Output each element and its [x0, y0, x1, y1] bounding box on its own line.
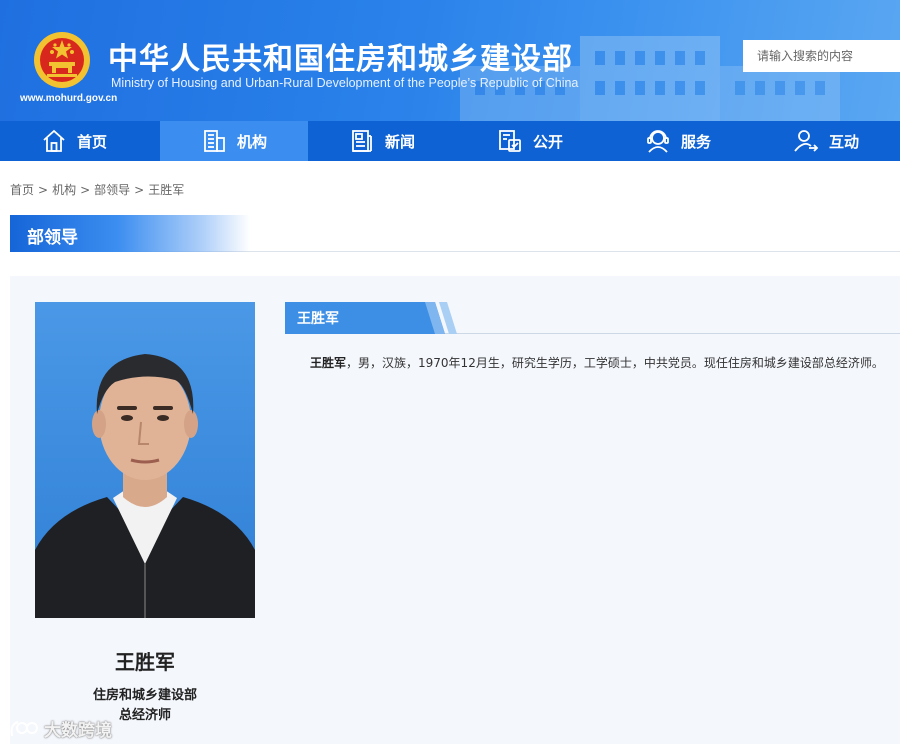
breadcrumb: 首页 > 机构 > 部领导 > 王胜军 — [10, 181, 184, 198]
section-title-tab: 部领导 — [10, 215, 250, 252]
search-input[interactable] — [743, 40, 900, 72]
breadcrumb-separator: > — [134, 183, 145, 197]
header-banner: 中华人民共和国住房和城乡建设部 Ministry of Housing and … — [0, 0, 900, 121]
building-icon — [204, 130, 225, 152]
profile-panel: 王胜军 住房和城乡建设部 总经济师 王胜军 王胜军，男，汉族，1970年12月生… — [10, 276, 900, 744]
breadcrumb-leadership[interactable]: 部领导 — [94, 183, 130, 197]
breadcrumb-separator: > — [80, 183, 91, 197]
watermark-logo-icon — [10, 720, 38, 736]
site-domain: www.mohurd.gov.cn — [20, 93, 118, 104]
nav-item-label: 互动 — [828, 132, 859, 151]
service-icon — [647, 130, 669, 153]
leader-name: 王胜军 — [115, 650, 175, 674]
nav-item-label: 首页 — [76, 132, 107, 151]
home-icon — [43, 129, 65, 152]
bio-name: 王胜军 — [310, 356, 347, 370]
nav-item-disclosure[interactable]: 公开 — [456, 121, 604, 161]
main-nav: 首页 机构 新闻 公开 服务 互动 — [0, 121, 900, 161]
breadcrumb-separator: > — [38, 183, 49, 197]
nav-item-label: 公开 — [532, 132, 563, 151]
nav-item-home[interactable]: 首页 — [0, 121, 148, 161]
section-header: 部领导 — [10, 215, 900, 252]
nav-item-service[interactable]: 服务 — [604, 121, 752, 161]
section-title: 部领导 — [27, 228, 78, 248]
nav-item-label: 服务 — [680, 132, 711, 151]
nav-item-label: 机构 — [236, 132, 267, 151]
breadcrumb-current: 王胜军 — [148, 183, 185, 197]
nav-item-interaction[interactable]: 互动 — [752, 121, 900, 161]
leader-bio: 王胜军，男，汉族，1970年12月生，研究生学历，工学硕士，中共党员。现任住房和… — [310, 354, 900, 372]
watermark: 大数跨境 — [8, 716, 112, 741]
nav-item-news[interactable]: 新闻 — [308, 121, 456, 161]
bio-header: 王胜军 — [285, 302, 900, 334]
interaction-icon — [794, 130, 819, 152]
site-subtitle: Ministry of Housing and Urban-Rural Deve… — [111, 76, 579, 90]
watermark-text: 大数跨境 — [44, 721, 112, 741]
news-icon — [352, 130, 372, 152]
bio-text: ，男，汉族，1970年12月生，研究生学历，工学硕士，中共党员。现任住房和城乡建… — [346, 356, 884, 370]
leader-organization: 住房和城乡建设部 — [92, 688, 197, 703]
bio-header-name: 王胜军 — [297, 311, 339, 327]
nav-item-label: 新闻 — [384, 132, 415, 151]
breadcrumb-organization[interactable]: 机构 — [52, 183, 76, 197]
bio-header-label-wrap: 王胜军 — [285, 302, 465, 334]
leader-portrait-photo — [35, 302, 255, 618]
national-emblem-icon — [34, 32, 90, 88]
site-title[interactable]: 中华人民共和国住房和城乡建设部 — [108, 34, 573, 78]
breadcrumb-home[interactable]: 首页 — [10, 183, 34, 197]
disclosure-icon — [499, 130, 521, 152]
portrait-image — [35, 302, 255, 618]
nav-item-organization[interactable]: 机构 — [160, 121, 308, 161]
